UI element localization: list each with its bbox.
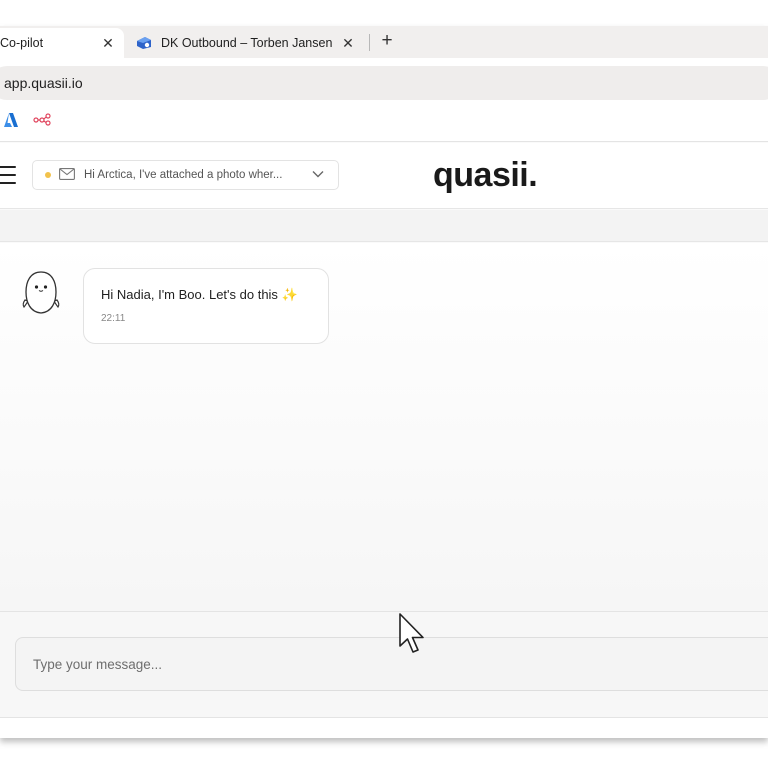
sparkle-emoji: ✨	[281, 287, 298, 302]
thread-preview-text: Hi Arctica, I've attached a photo wher..…	[84, 169, 283, 181]
chevron-down-icon	[312, 169, 324, 181]
tab-divider	[369, 34, 370, 51]
tab-label: Co-pilot	[0, 36, 44, 50]
subheader-bar	[0, 210, 768, 242]
chat-area: Hi Nadia, I'm Boo. Let's do this ✨ 22:11	[0, 243, 768, 611]
tab-dk-outbound[interactable]: DK Outbound – Torben Jansen ✕	[124, 28, 364, 58]
tab-copilot[interactable]: Co-pilot ✕	[0, 28, 124, 58]
browser-toolbar: app.quasii.io	[0, 58, 768, 100]
workflow-icon[interactable]	[33, 112, 51, 131]
app-header: Hi Arctica, I've attached a photo wher..…	[0, 143, 768, 209]
url-text: app.quasii.io	[4, 75, 83, 91]
azure-icon[interactable]	[3, 112, 19, 133]
tab-close-icon[interactable]: ✕	[338, 35, 358, 52]
brand-logo: quasii.	[433, 156, 538, 194]
status-dot	[45, 172, 51, 178]
message-timestamp: 22:11	[101, 313, 126, 324]
message-input[interactable]	[16, 638, 768, 690]
mouse-cursor-icon	[398, 612, 428, 656]
new-tab-button[interactable]: +	[378, 30, 396, 54]
browser-window: Co-pilot ✕ DK Outbound – Torben Jansen ✕…	[0, 26, 768, 738]
message-input-wrapper	[15, 637, 768, 691]
menu-icon[interactable]	[0, 166, 16, 184]
thread-selector[interactable]: Hi Arctica, I've attached a photo wher..…	[32, 160, 339, 190]
address-bar[interactable]: app.quasii.io	[0, 66, 768, 100]
tab-strip: Co-pilot ✕ DK Outbound – Torben Jansen ✕…	[0, 26, 768, 58]
message-bubble: Hi Nadia, I'm Boo. Let's do this ✨ 22:11	[83, 268, 329, 344]
crm-favicon-icon	[136, 36, 152, 50]
tab-label: DK Outbound – Torben Jansen	[161, 36, 333, 50]
ghost-avatar-icon	[20, 270, 62, 316]
message-composer	[0, 611, 768, 717]
tab-close-icon[interactable]: ✕	[98, 35, 118, 52]
message-text: Hi Nadia, I'm Boo. Let's do this ✨	[101, 287, 298, 302]
bookmarks-bar	[0, 100, 768, 142]
mail-icon	[59, 167, 75, 183]
footer-strip	[0, 717, 768, 738]
